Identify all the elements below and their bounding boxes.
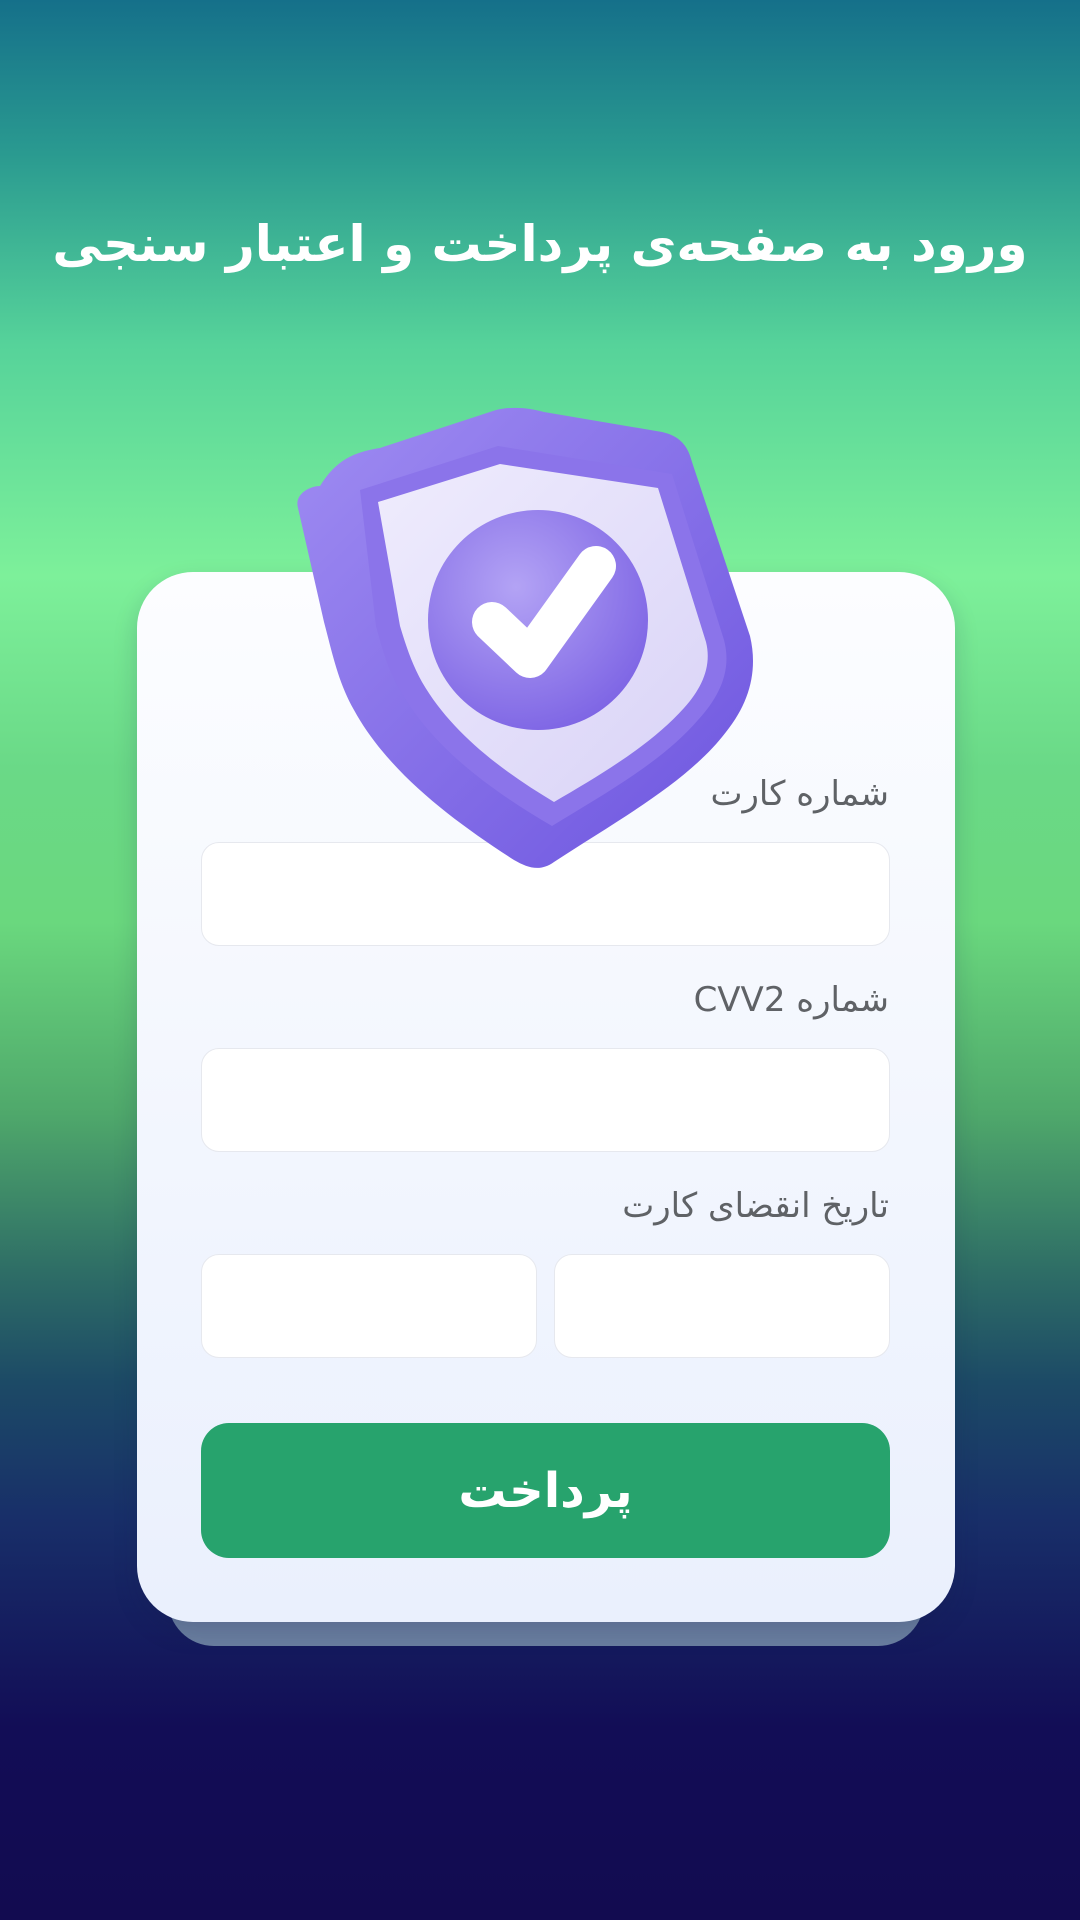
page-title: ورود به صفحه‌ی پرداخت و اعتبار سنجی — [52, 214, 1028, 273]
expiry-label: تاریخ انقضای کارت — [622, 1186, 889, 1226]
expiry-month-input[interactable] — [554, 1254, 890, 1358]
cvv2-label: شماره CVV2 — [693, 980, 889, 1020]
pay-button[interactable]: پرداخت — [201, 1423, 890, 1558]
shield-check-icon — [297, 407, 753, 868]
cvv2-input[interactable] — [201, 1048, 890, 1152]
expiry-year-input[interactable] — [201, 1254, 537, 1358]
